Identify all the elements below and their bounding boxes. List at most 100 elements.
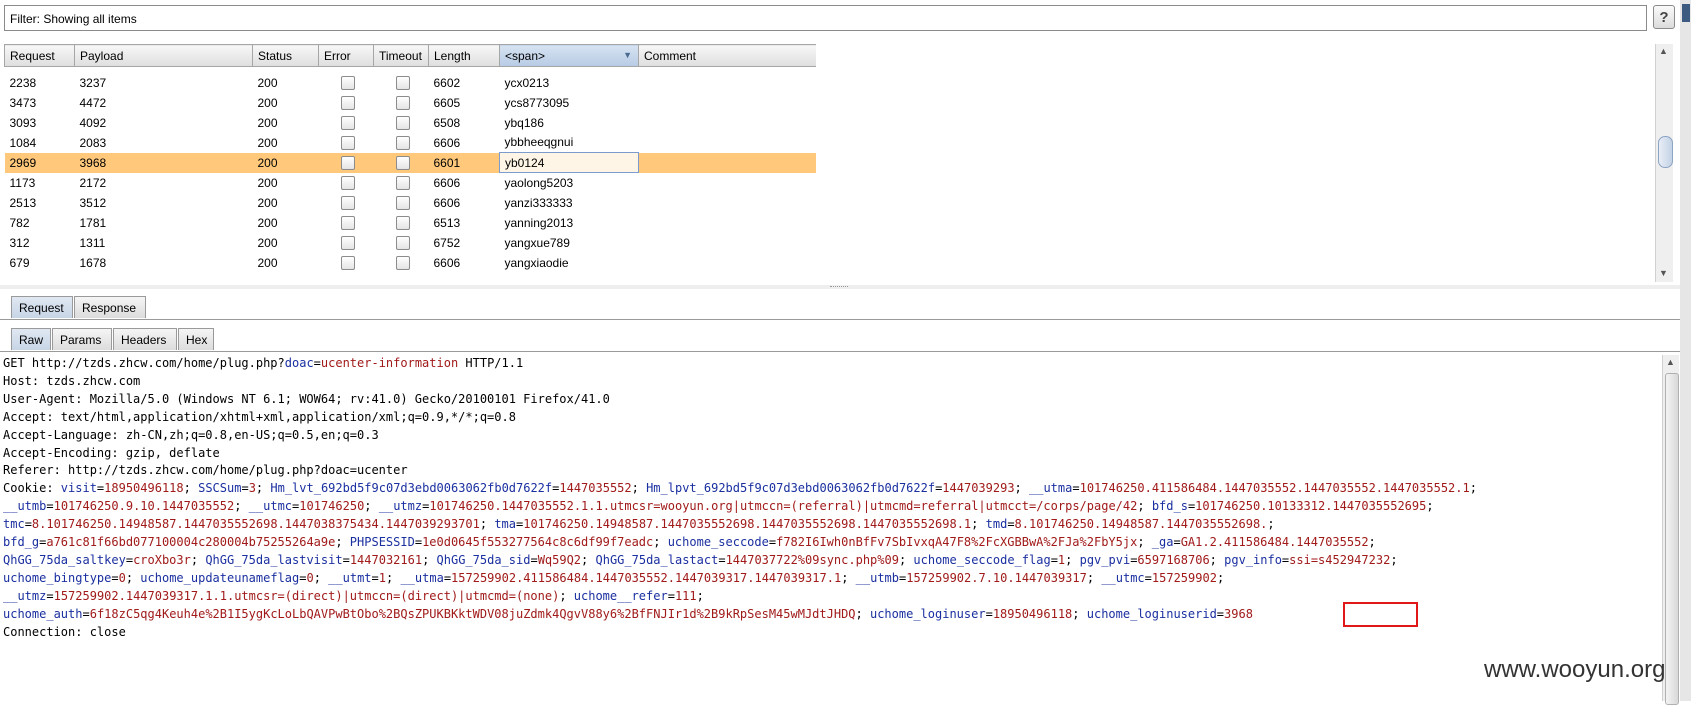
table-row[interactable]: 2969 3968 200 6601 yb0124 (4, 152, 816, 173)
timeout-checkbox[interactable] (395, 175, 410, 190)
error-cell (319, 193, 374, 213)
request-cell: 782 (9, 215, 30, 230)
error-checkbox[interactable] (340, 155, 355, 170)
request-text: = (667, 588, 675, 603)
tab-raw[interactable]: Raw (11, 328, 51, 350)
request-text: Accept: text/html,application/xhtml+xml,… (3, 409, 516, 424)
help-button[interactable]: ? (1653, 5, 1675, 29)
table-row[interactable]: 3093 4092 200 6508 ybq186 (5, 113, 817, 133)
table-row[interactable]: 2513 3512 200 6606 yanzi333333 (5, 193, 817, 213)
request-text: ; (1137, 535, 1152, 550)
request-text: ; (841, 570, 856, 585)
payload-cell: 3968 (74, 152, 253, 173)
error-checkbox[interactable] (340, 95, 355, 110)
status-cell: 200 (257, 195, 278, 210)
span-cell: yaolong5203 (504, 175, 574, 190)
timeout-checkbox[interactable] (395, 135, 410, 150)
editor-scroll-up-icon[interactable]: ▲ (1666, 357, 1675, 367)
table-row-partial-bottom (5, 273, 817, 279)
timeout-checkbox[interactable] (395, 215, 410, 230)
column-header[interactable]: Error (318, 44, 374, 67)
timeout-checkbox[interactable] (395, 75, 410, 90)
column-header[interactable]: Comment (638, 44, 816, 67)
param-value: 8.101746250.14948587.1447035552698. (1014, 517, 1268, 532)
error-checkbox[interactable] (340, 75, 355, 90)
scroll-up-icon[interactable]: ▲ (1659, 46, 1668, 56)
request-text: ; (855, 606, 870, 621)
request-line: Accept: text/html,application/xhtml+xml,… (3, 409, 1663, 427)
table-row[interactable]: 679 1678 200 6606 yangxiaodie (5, 253, 817, 273)
request-text: ; (479, 517, 495, 532)
param-value: 111 (674, 588, 697, 603)
scroll-down-icon[interactable]: ▼ (1659, 268, 1668, 278)
timeout-checkbox[interactable] (395, 195, 410, 210)
timeout-checkbox[interactable] (395, 95, 410, 110)
timeout-checkbox[interactable] (395, 155, 410, 170)
error-cell (319, 253, 374, 273)
column-header[interactable]: Status (252, 44, 319, 67)
comment-cell (639, 193, 817, 213)
error-checkbox[interactable] (340, 135, 355, 150)
editor-scrollbar[interactable]: ▲ (1662, 355, 1679, 705)
editor-scroll-thumb[interactable] (1665, 373, 1679, 705)
tab-headers[interactable]: Headers (113, 328, 177, 350)
payload-cell: 2083 (79, 135, 107, 150)
table-row[interactable]: 2238 3237 200 6602 ycx0213 (5, 73, 817, 93)
timeout-cell (374, 233, 429, 253)
error-checkbox[interactable] (340, 195, 355, 210)
request-cell: 3093 (9, 115, 37, 130)
column-header[interactable]: Request (4, 44, 75, 67)
table-scrollbar[interactable]: ▲ ▼ (1655, 44, 1673, 282)
tab-params[interactable]: Params (52, 328, 112, 350)
column-header[interactable]: Payload (74, 44, 253, 67)
param-value: GA1.2.411586484.1447035552 (1180, 535, 1369, 550)
param-name: _ga (1151, 535, 1174, 550)
param-value: 18950496118 (992, 606, 1073, 621)
error-checkbox[interactable] (340, 115, 355, 130)
error-checkbox[interactable] (340, 255, 355, 270)
column-header-label: Error (324, 48, 351, 63)
tab-label: Request (19, 301, 64, 315)
param-name: __utmc (248, 499, 293, 514)
request-text: GET http://tzds.zhcw.com/home/plug.php? (3, 356, 285, 370)
timeout-checkbox[interactable] (395, 255, 410, 270)
error-checkbox[interactable] (340, 215, 355, 230)
request-text: = (371, 570, 379, 585)
table-row[interactable]: 312 1311 200 6752 yangxue789 (5, 233, 817, 253)
table-scroll-thumb[interactable] (1658, 136, 1673, 168)
table-row[interactable]: 1084 2083 200 6606 ybbheeqgnui (5, 133, 817, 153)
payload-cell: 3512 (79, 195, 107, 210)
column-header[interactable]: <span> ▼ (499, 44, 639, 67)
comment-cell (639, 93, 817, 113)
table-row[interactable]: 1173 2172 200 6606 yaolong5203 (5, 173, 817, 193)
request-text: = (1072, 481, 1080, 496)
column-header[interactable]: Timeout (373, 44, 429, 67)
request-text: = (1050, 552, 1058, 567)
param-value: 101746250 (299, 499, 365, 514)
param-name: QhGG_75da_lastvisit (205, 552, 343, 567)
filter-bar[interactable]: Filter: Showing all items (4, 5, 1647, 31)
timeout-cell (374, 173, 429, 193)
timeout-cell (374, 213, 429, 233)
param-value: a761c81f66bd077100004c280004b75255264a9e (46, 535, 336, 550)
tab-request[interactable]: Request (11, 296, 73, 318)
column-header-label: Timeout (379, 48, 422, 63)
table-row[interactable]: 782 1781 200 6513 yanning2013 (5, 213, 817, 233)
raw-request-editor[interactable]: GET http://tzds.zhcw.com/home/plug.php?d… (0, 355, 1663, 701)
tab-response[interactable]: Response (74, 296, 146, 318)
param-value: 1 (378, 570, 386, 585)
param-name: pgv_info (1224, 552, 1282, 567)
window-control-icon (1682, 4, 1690, 22)
error-checkbox[interactable] (340, 175, 355, 190)
timeout-checkbox[interactable] (395, 115, 410, 130)
param-value: 8.101746250.14948587.1447035552698.14470… (31, 517, 480, 532)
table-row[interactable]: 3473 4472 200 6605 ycs8773095 (5, 93, 817, 113)
timeout-checkbox[interactable] (395, 235, 410, 250)
column-header[interactable]: Length (428, 44, 500, 67)
tab-hex[interactable]: Hex (178, 328, 214, 350)
error-checkbox[interactable] (340, 235, 355, 250)
param-name: tmd (985, 517, 1008, 532)
param-value: 101746250.411586484.1447035552.144703555… (1079, 481, 1470, 496)
pane-splitter[interactable] (0, 285, 1680, 289)
splitter-grip[interactable] (830, 286, 848, 289)
